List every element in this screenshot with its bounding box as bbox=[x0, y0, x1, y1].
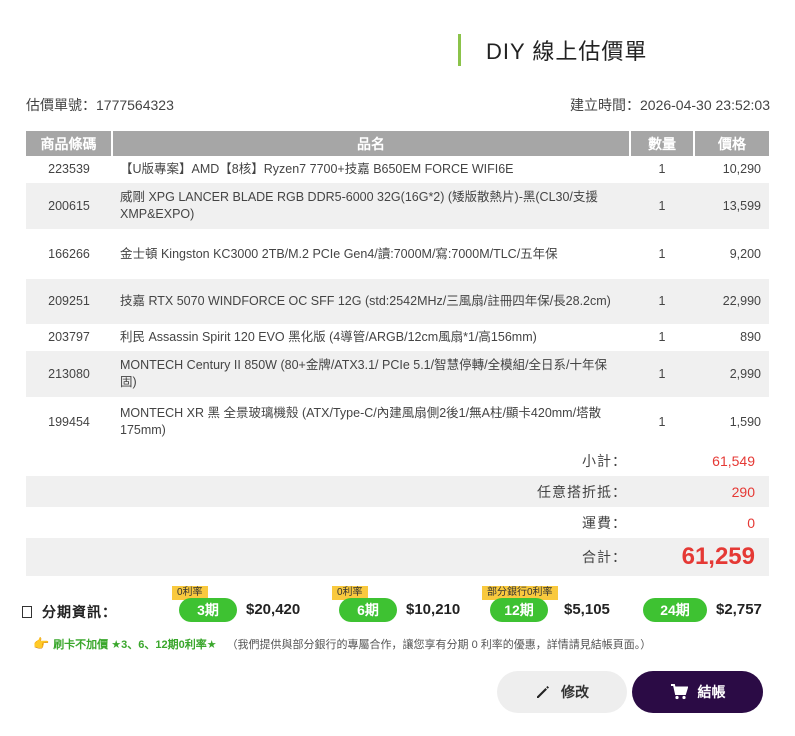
plan-pill: 12期 bbox=[490, 598, 548, 622]
checkout-button-label: 結帳 bbox=[697, 684, 726, 700]
product-id: 199454 bbox=[48, 414, 90, 429]
product-qty: 1 bbox=[630, 351, 694, 397]
subtotal-label: 小計： bbox=[582, 452, 627, 469]
promo-highlight: 刷卡不加價 ★3、6、12期0利率★ bbox=[53, 639, 217, 651]
total-value: 61,259 bbox=[681, 543, 755, 570]
price-summary: 小計： 61,549 任意搭折抵： 290 運費： 0 合計： 61,259 bbox=[26, 445, 769, 576]
installment-title-text: 分期資訊： bbox=[42, 604, 117, 620]
product-id: 213080 bbox=[26, 351, 112, 397]
shipping-row: 運費： 0 bbox=[26, 507, 769, 538]
table-row: 223539 【U版專案】AMD【8核】Ryzen7 7700+技嘉 B650E… bbox=[26, 156, 769, 183]
edit-button-label: 修改 bbox=[561, 684, 589, 700]
product-price: 890 bbox=[740, 330, 761, 344]
header-product-name: 品名 bbox=[112, 131, 631, 156]
product-name: 利民 Assassin Spirit 120 EVO 黑化版 (4導管/ARGB… bbox=[120, 330, 537, 344]
discount-label: 任意搭折抵： bbox=[537, 483, 627, 500]
plan-pill: 24期 bbox=[643, 598, 707, 622]
plan-amount: $20,420 bbox=[246, 601, 301, 618]
promo-notice: 👉 刷卡不加價 ★3、6、12期0利率★ （我們提供與部分銀行的專屬合作，讓您享… bbox=[33, 636, 651, 652]
pencil-icon bbox=[535, 684, 551, 700]
product-name: MONTECH Century II 850W (80+金牌/ATX3.1/ P… bbox=[112, 351, 630, 397]
table-header-row: 商品條碼 品名 數量 價格 bbox=[26, 131, 769, 156]
table-row: 203797 利民 Assassin Spirit 120 EVO 黑化版 (4… bbox=[26, 324, 769, 351]
table-row: 213080 MONTECH Century II 850W (80+金牌/AT… bbox=[26, 351, 769, 397]
plan-amount: $5,105 bbox=[564, 601, 610, 618]
cart-icon bbox=[670, 684, 688, 700]
page-header: DIY 線上估價單 bbox=[458, 34, 647, 66]
product-price: 1,590 bbox=[729, 414, 761, 429]
discount-row: 任意搭折抵： 290 bbox=[26, 476, 769, 507]
installment-info: 分期資訊： 0利率 3期 $20,420 0利率 6期 $10,210 部分銀行… bbox=[22, 584, 772, 626]
product-name: MONTECH XR 黑 全景玻璃機殼 (ATX/Type-C/內建風扇側2後1… bbox=[120, 406, 602, 437]
product-price: 10,290 bbox=[722, 162, 761, 176]
product-name: 威剛 XPG LANCER BLADE RGB DDR5-6000 32G(16… bbox=[112, 183, 630, 229]
product-name: 金士頓 Kingston KC3000 2TB/M.2 PCIe Gen4/讀:… bbox=[120, 246, 558, 261]
total-row: 合計： 61,259 bbox=[26, 538, 769, 576]
product-id: 223539 bbox=[48, 162, 90, 176]
installment-title: 分期資訊： bbox=[22, 602, 117, 622]
product-price: 22,990 bbox=[694, 279, 769, 324]
shipping-value: 0 bbox=[747, 514, 755, 531]
product-qty: 1 bbox=[630, 279, 694, 324]
page-title: DIY 線上估價單 bbox=[486, 39, 648, 64]
plan-amount: $10,210 bbox=[406, 601, 461, 618]
table-row: 199454 MONTECH XR 黑 全景玻璃機殼 (ATX/Type-C/內… bbox=[26, 397, 769, 447]
quote-table: 商品條碼 品名 數量 價格 223539 【U版專案】AMD【8核】Ryzen7… bbox=[26, 131, 769, 447]
shipping-label: 運費： bbox=[582, 514, 627, 531]
product-qty: 1 bbox=[630, 183, 694, 229]
subtotal-row: 小計： 61,549 bbox=[26, 445, 769, 476]
promo-note: （我們提供與部分銀行的專屬合作，讓您享有分期 0 利率的優惠，詳情請見結帳頁面。… bbox=[226, 639, 652, 651]
product-id: 166266 bbox=[48, 246, 90, 261]
quote-number: 估價單號：1777564323 bbox=[26, 97, 174, 113]
product-price: 9,200 bbox=[729, 246, 761, 261]
edit-button[interactable]: 修改 bbox=[497, 671, 627, 713]
plan-amount: $2,757 bbox=[716, 601, 762, 618]
title-accent-bar bbox=[458, 34, 461, 66]
pointing-hand-icon: 👉 bbox=[33, 636, 50, 651]
product-id: 203797 bbox=[48, 330, 90, 344]
product-price: 2,990 bbox=[694, 351, 769, 397]
created-time: 建立時間：2026-04-30 23:52:03 bbox=[570, 97, 770, 113]
product-name: 【U版專案】AMD【8核】Ryzen7 7700+技嘉 B650EM FORCE… bbox=[120, 162, 514, 176]
product-qty: 1 bbox=[658, 162, 666, 176]
product-price: 13,599 bbox=[694, 183, 769, 229]
header-price: 價格 bbox=[694, 131, 769, 156]
header-product-id: 商品條碼 bbox=[26, 131, 113, 156]
header-quantity: 數量 bbox=[630, 131, 695, 156]
subtotal-value: 61,549 bbox=[712, 452, 755, 469]
product-name: 技嘉 RTX 5070 WINDFORCE OC SFF 12G (std:25… bbox=[112, 279, 630, 324]
plan-pill: 3期 bbox=[179, 598, 237, 622]
product-qty: 1 bbox=[658, 246, 666, 261]
checkbox-icon bbox=[22, 606, 32, 618]
table-row: 166266 金士頓 Kingston KC3000 2TB/M.2 PCIe … bbox=[26, 229, 769, 279]
checkout-button[interactable]: 結帳 bbox=[632, 671, 763, 713]
product-qty: 1 bbox=[658, 414, 666, 429]
plan-pill: 6期 bbox=[339, 598, 397, 622]
product-id: 209251 bbox=[26, 279, 112, 324]
total-label: 合計： bbox=[582, 549, 627, 565]
table-row: 200615 威剛 XPG LANCER BLADE RGB DDR5-6000… bbox=[26, 183, 769, 229]
table-row: 209251 技嘉 RTX 5070 WINDFORCE OC SFF 12G … bbox=[26, 279, 769, 324]
product-id: 200615 bbox=[26, 183, 112, 229]
discount-value: 290 bbox=[731, 483, 755, 500]
product-qty: 1 bbox=[658, 330, 666, 344]
